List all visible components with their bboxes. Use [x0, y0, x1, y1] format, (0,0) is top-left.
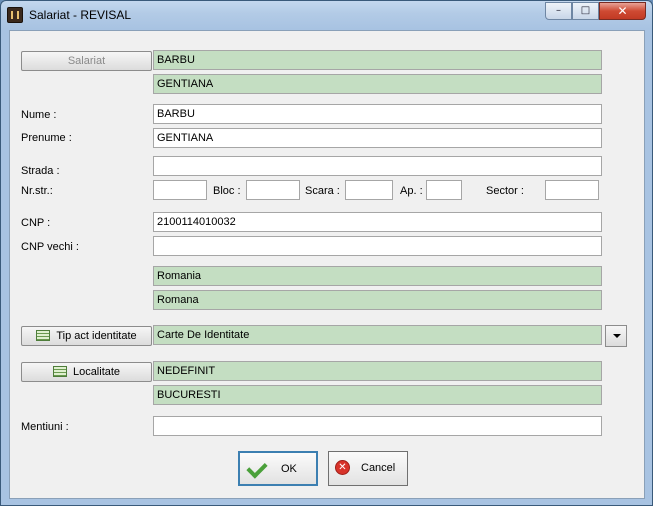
ok-button-label: OK: [281, 463, 297, 475]
cnp-vechi-label: CNP vechi :: [21, 241, 79, 253]
nrstr-input[interactable]: [153, 180, 207, 200]
salariat-button[interactable]: Salariat: [21, 51, 152, 71]
scara-label: Scara :: [305, 185, 340, 197]
salariat-prenume-display: GENTIANA: [153, 74, 602, 94]
prenume-input[interactable]: GENTIANA: [153, 128, 602, 148]
list-icon: [36, 329, 51, 341]
cnp-input[interactable]: 2100114010032: [153, 212, 602, 232]
cnp-label: CNP :: [21, 217, 51, 229]
maximize-button[interactable]: □: [572, 2, 599, 20]
sector-label: Sector :: [486, 185, 524, 197]
nume-label: Nume :: [21, 109, 57, 121]
minimize-icon: –: [556, 5, 561, 16]
ap-input[interactable]: [426, 180, 462, 200]
mentiuni-input[interactable]: [153, 416, 602, 436]
strada-input[interactable]: [153, 156, 602, 176]
judet-display: BUCURESTI: [153, 385, 602, 405]
nrstr-label: Nr.str.:: [21, 185, 53, 197]
mentiuni-label: Mentiuni :: [21, 421, 69, 433]
tip-act-dropdown-button[interactable]: [605, 325, 627, 347]
cancel-button-label: Cancel: [361, 462, 396, 474]
sector-input[interactable]: [545, 180, 599, 200]
title-bar[interactable]: Salariat - REVISAL – □ ✕: [1, 1, 652, 29]
tip-act-identitate-button-label: Tip act identitate: [56, 330, 137, 342]
nationalitate-display: Romana: [153, 290, 602, 310]
window-title: Salariat - REVISAL: [29, 8, 132, 22]
close-icon: ✕: [617, 4, 628, 18]
localitate-button[interactable]: Localitate: [21, 362, 152, 382]
app-icon[interactable]: [7, 7, 23, 23]
list-icon: [52, 365, 67, 377]
tara-display: Romania: [153, 266, 602, 286]
dialog-window: Salariat - REVISAL – □ ✕ Salariat BARBU …: [0, 0, 653, 506]
form-area: Salariat BARBU GENTIANA Nume : BARBU Pre…: [9, 30, 645, 499]
check-icon: [246, 457, 268, 479]
localitate-display: NEDEFINIT: [153, 361, 602, 381]
maximize-icon: □: [580, 5, 591, 16]
scara-input[interactable]: [345, 180, 393, 200]
localitate-button-label: Localitate: [72, 366, 121, 378]
ok-button[interactable]: OK: [238, 451, 318, 486]
nume-input[interactable]: BARBU: [153, 104, 602, 124]
salariat-nume-display: BARBU: [153, 50, 602, 70]
strada-label: Strada :: [21, 165, 60, 177]
cancel-button[interactable]: ✕ Cancel: [328, 451, 408, 486]
cnp-vechi-input[interactable]: [153, 236, 602, 256]
bloc-label: Bloc :: [213, 185, 241, 197]
close-button[interactable]: ✕: [599, 2, 646, 20]
minimize-button[interactable]: –: [545, 2, 572, 20]
cancel-icon: ✕: [335, 460, 350, 475]
prenume-label: Prenume :: [21, 132, 72, 144]
nume-input-value: BARBU: [157, 108, 195, 120]
bloc-input[interactable]: [246, 180, 300, 200]
tip-act-identitate-button[interactable]: Tip act identitate: [21, 326, 152, 346]
ap-label: Ap. :: [400, 185, 423, 197]
chevron-down-icon: [613, 334, 621, 338]
tip-act-identitate-display: Carte De Identitate: [153, 325, 602, 345]
